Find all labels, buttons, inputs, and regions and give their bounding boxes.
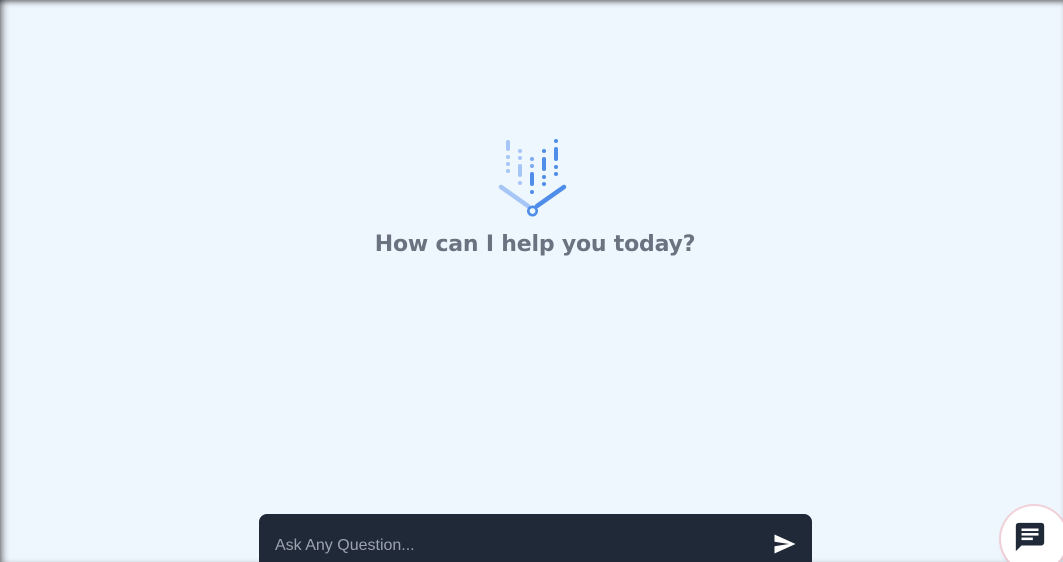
chat-launcher-button[interactable] <box>1001 506 1063 562</box>
question-input[interactable] <box>275 534 745 558</box>
send-icon <box>774 534 796 554</box>
greeting-heading: How can I help you today? <box>374 232 696 257</box>
app-viewport: How can I help you today? <box>0 0 1063 562</box>
welcome-hero: How can I help you today? <box>0 134 1063 257</box>
question-composer <box>259 514 812 562</box>
send-button[interactable] <box>772 531 798 557</box>
chat-message-icon <box>1015 522 1045 552</box>
bar-chart-shield-icon <box>498 139 567 217</box>
